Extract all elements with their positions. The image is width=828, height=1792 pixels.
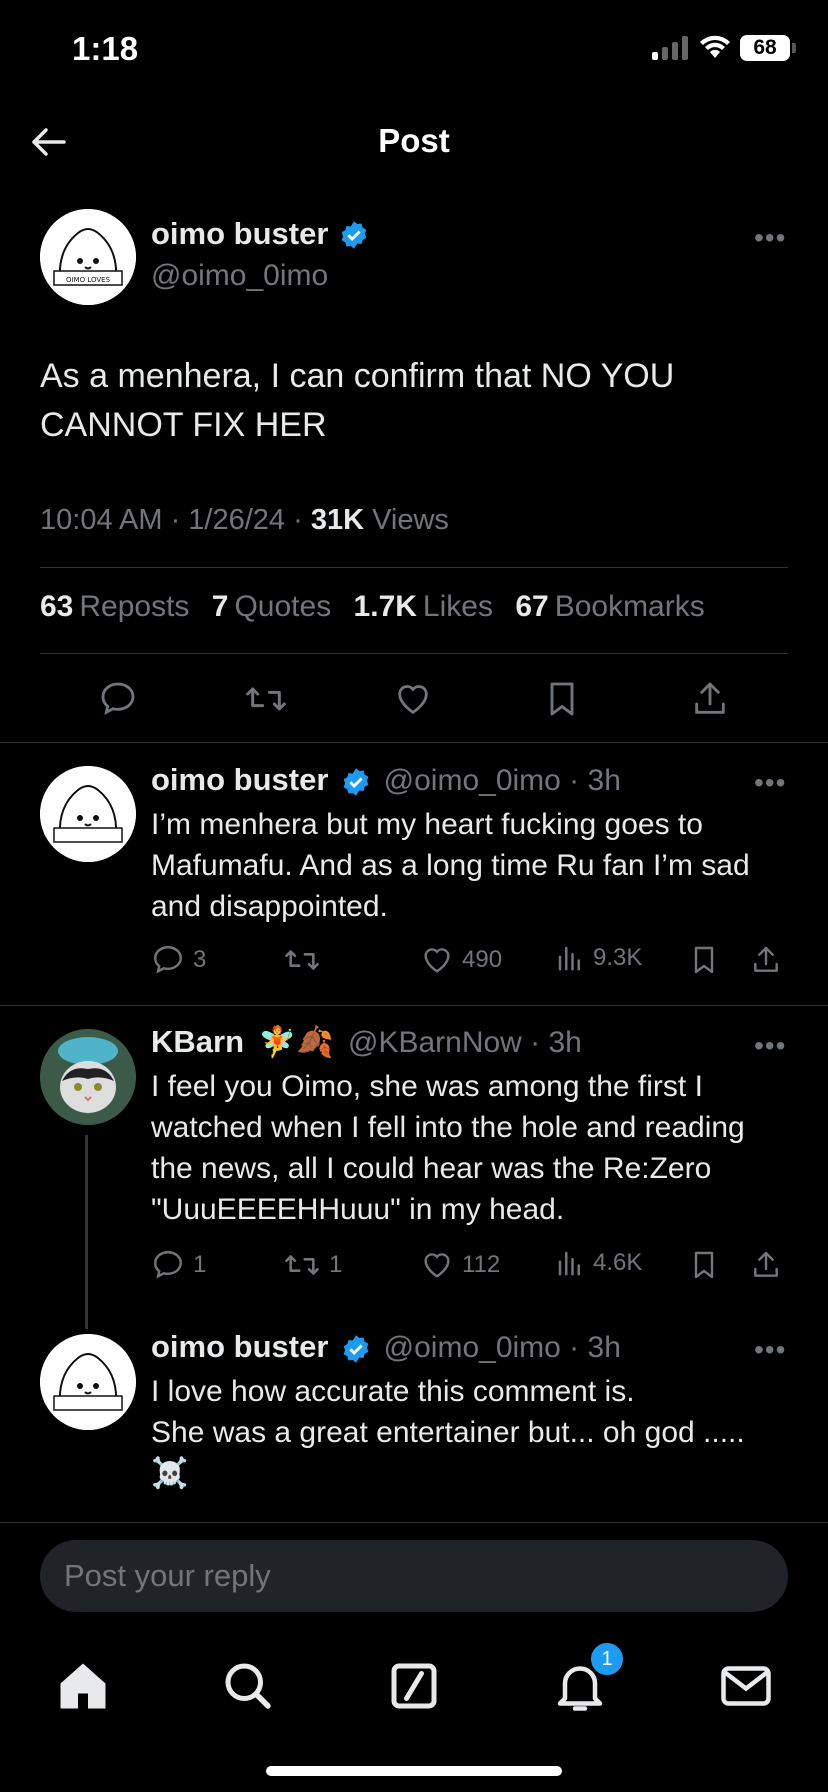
reply-header: oimo buster @oimo_0imo · 3h (151, 1329, 621, 1365)
reply-author-name[interactable]: oimo buster (151, 1329, 328, 1364)
grok-icon[interactable] (384, 1656, 444, 1716)
reply-header: KBarn 🧚🍂 @KBarnNow · 3h (151, 1024, 582, 1060)
post-stats: 63 Reposts 7 Quotes 1.7K Likes 67 Bookmarks (40, 590, 719, 624)
name-emoji: 🧚🍂 (258, 1026, 334, 1059)
reply-icon[interactable] (98, 679, 138, 719)
divider (0, 742, 828, 743)
status-bar: 1:18 68 (0, 0, 828, 100)
repost-count-button[interactable] (283, 943, 329, 977)
reposts-stat[interactable]: 63 Reposts (40, 590, 189, 623)
reply-input[interactable] (40, 1540, 788, 1612)
more-options-icon[interactable]: ••• (754, 1030, 786, 1062)
battery-icon: 68 (740, 35, 790, 61)
reply-composer (0, 1522, 828, 1627)
battery-tip (792, 43, 796, 53)
status-time: 1:18 (72, 30, 139, 67)
reply-handle[interactable]: @KBarnNow · 3h (348, 1026, 582, 1059)
author-name[interactable]: oimo buster (151, 216, 328, 252)
reply-avatar[interactable] (40, 766, 136, 862)
messages-icon[interactable] (716, 1656, 776, 1716)
search-icon[interactable] (218, 1656, 278, 1716)
repost-count-button[interactable]: 1 (283, 1248, 342, 1282)
reply-avatar[interactable] (40, 1029, 136, 1125)
post-timestamp: 10:04 AM · 1/26/24 · (40, 504, 311, 536)
views-count-button[interactable]: 4.6K (555, 1248, 642, 1278)
more-options-icon[interactable]: ••• (754, 222, 786, 254)
home-indicator (266, 1766, 562, 1776)
divider (40, 567, 788, 568)
bookmark-icon[interactable] (688, 1249, 720, 1281)
repost-icon (285, 1255, 319, 1275)
views-icon (558, 1251, 580, 1276)
like-icon (424, 1253, 450, 1278)
top-header: Post (0, 100, 828, 184)
bookmark-icon[interactable] (542, 679, 582, 719)
like-icon[interactable] (393, 679, 433, 719)
author-handle[interactable]: @oimo_0imo (151, 259, 328, 293)
reply-avatar[interactable] (40, 1334, 136, 1430)
reply-icon (154, 1251, 182, 1279)
wifi-icon (700, 35, 730, 58)
post-text: As a menhera, I can confirm that NO YOU … (40, 357, 675, 444)
likes-stat[interactable]: 1.7K Likes (354, 590, 493, 623)
quotes-stat[interactable]: 7 Quotes (212, 590, 331, 623)
share-icon[interactable] (690, 679, 730, 719)
verified-badge-icon (343, 1335, 369, 1363)
like-icon (424, 948, 450, 973)
verified-badge-icon (343, 768, 369, 796)
reply-count-button[interactable]: 3 (151, 943, 206, 977)
divider (40, 653, 788, 654)
views-count: 31K (310, 504, 365, 536)
views-icon (558, 946, 580, 971)
repost-icon (285, 950, 319, 970)
verified-badge-icon (341, 221, 367, 249)
like-count-button[interactable]: 490 (420, 943, 502, 977)
notification-count-badge: 1 (589, 1641, 625, 1677)
reply-handle[interactable]: @oimo_0imo · 3h (384, 764, 621, 797)
more-options-icon[interactable]: ••• (754, 1334, 786, 1366)
svg-text:OIMO LOVES: OIMO LOVES (66, 276, 111, 284)
reply-text: I’m menhera but my heart fucking goes to… (151, 808, 750, 923)
share-icon[interactable] (750, 944, 782, 976)
page-title: Post (378, 122, 450, 159)
more-options-icon[interactable]: ••• (754, 767, 786, 799)
onigiri-avatar-icon (40, 1334, 136, 1430)
cat-avatar-icon (40, 1029, 136, 1125)
reply-count-button[interactable]: 1 (151, 1248, 206, 1282)
onigiri-avatar-icon: OIMO LOVES (40, 209, 136, 305)
onigiri-avatar-icon (40, 766, 136, 862)
reply-author-name[interactable]: oimo buster (151, 762, 328, 797)
reply-icon (154, 946, 182, 974)
like-count-button[interactable]: 112 (420, 1248, 500, 1282)
post-meta: 10:04 AM · 1/26/24 · 31K Views (40, 504, 449, 537)
home-icon[interactable] (53, 1656, 113, 1716)
author-avatar[interactable]: OIMO LOVES (40, 209, 136, 305)
reply-text: I love how accurate this comment is. She… (151, 1375, 745, 1490)
divider (0, 1005, 828, 1006)
thread-connector-line (85, 1135, 88, 1329)
reply-text: I feel you Oimo, she was among the first… (151, 1070, 745, 1226)
views-count-button[interactable]: 9.3K (555, 943, 642, 973)
views-label: Views (364, 504, 449, 536)
reply-handle[interactable]: @oimo_0imo · 3h (384, 1331, 621, 1364)
cellular-signal-icon (652, 36, 690, 60)
bookmark-icon[interactable] (688, 944, 720, 976)
reply-header: oimo buster @oimo_0imo · 3h (151, 762, 621, 798)
reply-author-name[interactable]: KBarn (151, 1024, 244, 1059)
share-icon[interactable] (750, 1249, 782, 1281)
repost-icon[interactable] (244, 679, 288, 719)
bookmarks-stat[interactable]: 67 Bookmarks (515, 590, 704, 623)
